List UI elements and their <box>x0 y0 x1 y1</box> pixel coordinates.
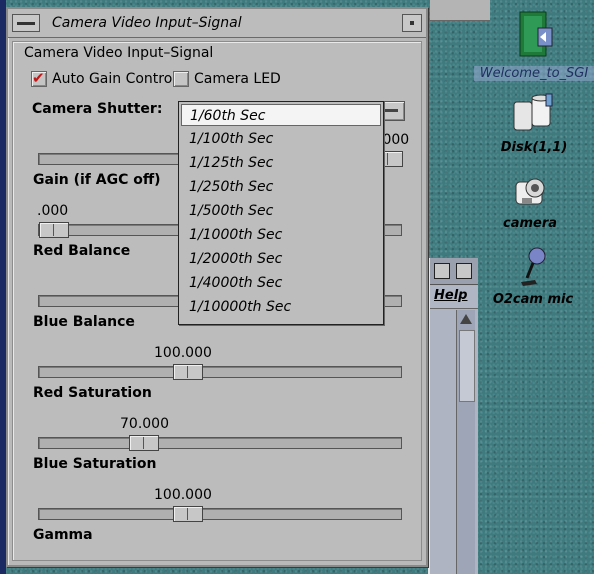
vertical-scrollbar[interactable] <box>456 310 475 574</box>
panel-heading: Camera Video Input–Signal <box>24 45 214 61</box>
slider-track[interactable] <box>38 435 402 451</box>
auto-gain-checkbox[interactable] <box>31 69 47 87</box>
window-title: Camera Video Input–Signal <box>52 15 242 31</box>
shutter-option[interactable]: 1/125th Sec <box>181 152 381 174</box>
slider-label: Blue Saturation <box>33 456 157 472</box>
slider-label: Gamma <box>33 527 93 543</box>
slider-value: 100.000 <box>154 345 212 361</box>
disk-drives-icon <box>513 93 553 131</box>
slider-knob[interactable] <box>173 364 203 380</box>
slider-value: .000 <box>37 203 69 219</box>
slider-track[interactable] <box>38 364 402 380</box>
camera-led-checkbox[interactable] <box>173 71 189 87</box>
shutter-option[interactable]: 1/250th Sec <box>181 176 381 198</box>
slider-value: 100.000 <box>154 487 212 503</box>
slider-knob[interactable] <box>129 435 159 451</box>
desktop-icon-disk[interactable]: Disk(1,1) <box>494 92 574 155</box>
slider-label: Red Saturation <box>33 385 152 401</box>
slider-knob[interactable] <box>173 506 203 522</box>
background-window[interactable]: Help <box>428 258 478 574</box>
camera-led-label: Camera LED <box>194 71 281 87</box>
maximize-icon[interactable] <box>456 263 472 279</box>
desktop-icon-welcome[interactable]: Welcome_to_SGI <box>474 8 594 81</box>
slider-label: Red Balance <box>33 243 131 259</box>
shutter-option[interactable]: 1/4000th Sec <box>181 272 381 294</box>
background-window-titlebar[interactable] <box>430 258 478 285</box>
microphone-icon <box>521 247 546 286</box>
window-titlebar[interactable]: Camera Video Input–Signal <box>8 9 426 38</box>
desktop-icon-label: O2cam mic <box>492 292 574 307</box>
scroll-up-arrow-icon[interactable] <box>460 314 472 324</box>
scrollbar-thumb[interactable] <box>459 330 475 402</box>
shutter-option[interactable]: 1/60th Sec <box>181 104 381 126</box>
window-menu-icon[interactable] <box>12 14 40 32</box>
help-menu[interactable]: Help <box>434 288 467 303</box>
camera-video-input-window[interactable]: Camera Video Input–Signal Camera Video I… <box>6 7 428 567</box>
minimize-icon[interactable] <box>402 14 422 32</box>
camera-shutter-label: Camera Shutter: <box>32 101 163 117</box>
slider-value: 70.000 <box>120 416 169 432</box>
camera-icon <box>515 178 545 205</box>
shutter-option[interactable]: 1/10000th Sec <box>181 296 381 318</box>
slider-label: Blue Balance <box>33 314 135 330</box>
slider-knob[interactable] <box>39 222 69 238</box>
shutter-option[interactable]: 1/2000th Sec <box>181 248 381 270</box>
slider-track[interactable] <box>38 506 402 522</box>
desktop-icon-label: Welcome_to_SGI <box>474 66 594 81</box>
desktop-icon-label: Disk(1,1) <box>500 140 568 155</box>
auto-gain-label: Auto Gain Control <box>52 71 177 87</box>
shutter-dropdown-list[interactable]: 1/60th Sec 1/100th Sec 1/125th Sec 1/250th … <box>178 101 384 325</box>
shutter-option[interactable]: 1/1000th Sec <box>181 224 381 246</box>
shutter-option[interactable]: 1/500th Sec <box>181 200 381 222</box>
slider-label: Gain (if AGC off) <box>33 172 161 188</box>
desktop-icon-mic[interactable]: O2cam mic <box>488 244 578 307</box>
minimize-icon[interactable] <box>434 263 450 279</box>
desktop-icon-camera[interactable]: camera <box>494 168 566 231</box>
welcome-book-icon <box>519 11 553 57</box>
shutter-option[interactable]: 1/100th Sec <box>181 128 381 150</box>
desktop-icon-label: camera <box>502 216 558 231</box>
